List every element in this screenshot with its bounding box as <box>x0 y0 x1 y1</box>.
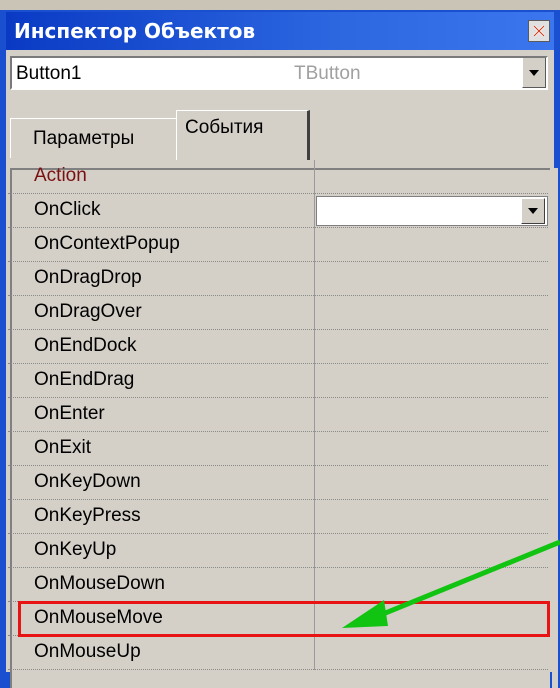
object-selector-dropdown-button[interactable] <box>522 58 546 88</box>
column-separator <box>314 568 315 602</box>
column-separator <box>314 636 315 670</box>
event-row[interactable]: OnDragDrop <box>8 262 548 296</box>
event-row[interactable]: OnKeyPress <box>8 500 548 534</box>
tab-parameters[interactable]: Параметры <box>10 118 176 158</box>
event-row[interactable]: OnExit <box>8 432 548 466</box>
close-icon <box>533 25 545 37</box>
object-name: Button1 <box>16 63 82 84</box>
chevron-down-icon <box>529 69 539 76</box>
event-name: OnEndDock <box>34 335 137 356</box>
category-row[interactable]: Action <box>8 160 548 194</box>
column-separator <box>314 500 315 534</box>
event-row[interactable]: OnDragOver <box>8 296 548 330</box>
event-value-dropdown-button[interactable] <box>521 198 545 224</box>
events-grid: Action OnClick OnContextPopup OnDragDrop… <box>8 160 548 670</box>
chevron-down-icon <box>528 208 538 214</box>
column-separator <box>314 194 315 228</box>
highlight-annotation-box <box>18 601 550 637</box>
event-name: OnDragDrop <box>34 267 142 288</box>
event-row[interactable]: OnMouseUp <box>8 636 548 670</box>
title-bar[interactable]: Инспектор Объектов <box>6 12 554 50</box>
column-separator <box>314 466 315 500</box>
object-selector[interactable]: Button1 TButton <box>10 56 548 90</box>
column-separator <box>314 228 315 262</box>
event-row[interactable]: OnEnter <box>8 398 548 432</box>
event-name: OnMouseDown <box>34 573 165 594</box>
event-name: OnDragOver <box>34 301 142 322</box>
column-separator <box>314 296 315 330</box>
column-separator <box>314 432 315 466</box>
event-row[interactable]: OnEndDock <box>8 330 548 364</box>
column-separator <box>314 330 315 364</box>
window-title: Инспектор Объектов <box>14 19 256 43</box>
category-label: Action <box>34 165 87 186</box>
event-row[interactable]: OnContextPopup <box>8 228 548 262</box>
event-name: OnKeyDown <box>34 471 141 492</box>
inspector-tabs: Параметры События <box>10 96 550 168</box>
event-name: OnEnter <box>34 403 105 424</box>
event-name: OnKeyPress <box>34 505 141 526</box>
event-row[interactable]: OnMouseDown <box>8 568 548 602</box>
column-separator <box>314 398 315 432</box>
background-window-strip <box>0 0 560 10</box>
event-name: OnContextPopup <box>34 233 180 254</box>
tab-events[interactable]: События <box>176 110 310 160</box>
event-name: OnKeyUp <box>34 539 117 560</box>
column-separator <box>314 364 315 398</box>
event-value-onclick[interactable] <box>316 196 548 226</box>
object-type: TButton <box>294 63 361 84</box>
grid-scroll-edge <box>552 168 558 688</box>
event-row[interactable]: OnKeyUp <box>8 534 548 568</box>
column-separator <box>314 160 315 194</box>
close-button[interactable] <box>528 20 550 42</box>
column-separator <box>314 262 315 296</box>
event-row[interactable]: OnKeyDown <box>8 466 548 500</box>
event-name: OnExit <box>34 437 92 458</box>
event-row[interactable]: OnEndDrag <box>8 364 548 398</box>
event-row-onclick[interactable]: OnClick <box>8 194 548 228</box>
column-separator <box>314 534 315 568</box>
event-name: OnClick <box>34 199 101 220</box>
event-name: OnEndDrag <box>34 369 135 390</box>
